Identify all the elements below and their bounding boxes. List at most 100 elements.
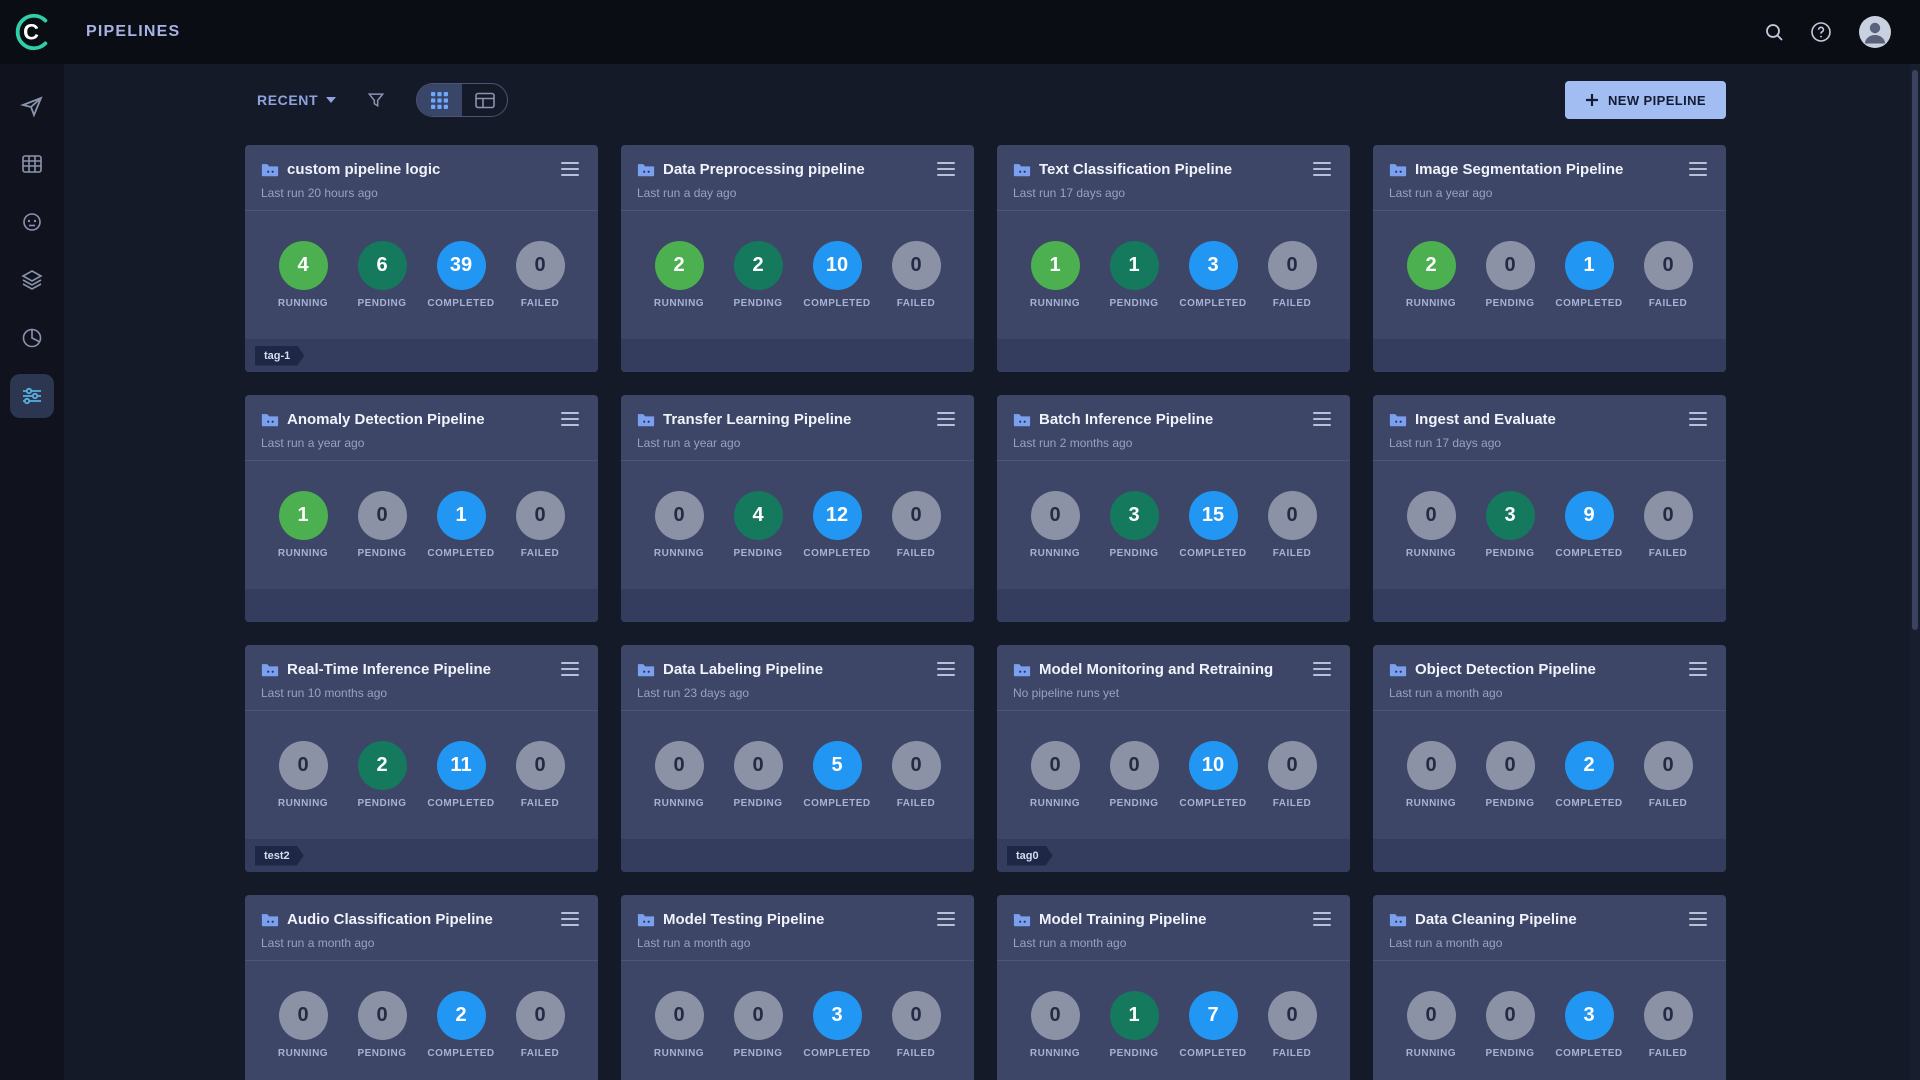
pipeline-card[interactable]: Model Monitoring and Retraining No pipel… [997, 645, 1350, 872]
pipeline-card[interactable]: Audio Classification Pipeline Last run a… [245, 895, 598, 1080]
card-head: Data Preprocessing pipeline Last run a d… [621, 145, 974, 211]
stat-failed: 0FAILED [882, 241, 950, 309]
sidebar-item-pipelines[interactable] [10, 374, 54, 418]
new-pipeline-button[interactable]: NEW PIPELINE [1565, 81, 1726, 119]
stat-completed: 1COMPLETED [1555, 241, 1623, 309]
sidebar-item-reports[interactable] [10, 258, 54, 302]
sort-label: RECENT [257, 92, 318, 108]
stat-count-running: 0 [1031, 741, 1080, 790]
table-view-button[interactable] [462, 84, 507, 116]
pipeline-tag[interactable]: tag-1 [255, 346, 304, 366]
pipeline-card[interactable]: Batch Inference Pipeline Last run 2 mont… [997, 395, 1350, 622]
pipeline-title: custom pipeline logic [287, 161, 440, 178]
card-menu-icon[interactable] [558, 909, 582, 929]
stat-label-failed: FAILED [521, 298, 560, 309]
stat-count-running: 0 [279, 991, 328, 1040]
stat-failed: 0FAILED [882, 741, 950, 809]
stat-running: 0RUNNING [1397, 741, 1465, 809]
stat-pending: 6PENDING [348, 241, 416, 309]
help-icon[interactable] [1810, 21, 1832, 43]
stat-label-completed: COMPLETED [1555, 798, 1622, 809]
last-run-text: Last run 23 days ago [637, 686, 958, 700]
pipeline-folder-icon [261, 412, 279, 427]
card-stats: 0RUNNING3PENDING15COMPLETED0FAILED [997, 461, 1350, 589]
stat-label-failed: FAILED [521, 1048, 560, 1059]
pipelines-icon [20, 384, 44, 408]
card-menu-icon[interactable] [934, 909, 958, 929]
pipeline-card[interactable]: Model Testing Pipeline Last run a month … [621, 895, 974, 1080]
stat-completed: 2COMPLETED [427, 991, 495, 1059]
stat-count-pending: 0 [734, 991, 783, 1040]
stat-count-pending: 6 [358, 241, 407, 290]
avatar[interactable] [1858, 15, 1892, 49]
card-head: Real-Time Inference Pipeline Last run 10… [245, 645, 598, 711]
pipeline-card[interactable]: Model Training Pipeline Last run a month… [997, 895, 1350, 1080]
card-head: Audio Classification Pipeline Last run a… [245, 895, 598, 961]
page-title: PIPELINES [86, 23, 180, 41]
pipeline-tag[interactable]: tag0 [1007, 846, 1053, 866]
card-footer [1373, 339, 1726, 372]
card-menu-icon[interactable] [1310, 909, 1334, 929]
pipeline-tag[interactable]: test2 [255, 846, 304, 866]
pipeline-card[interactable]: Text Classification Pipeline Last run 17… [997, 145, 1350, 372]
scrollbar-thumb[interactable] [1912, 70, 1918, 630]
pipeline-card[interactable]: custom pipeline logic Last run 20 hours … [245, 145, 598, 372]
filter-button[interactable] [366, 90, 386, 110]
card-stats: 0RUNNING0PENDING2COMPLETED0FAILED [245, 961, 598, 1080]
pipeline-title: Audio Classification Pipeline [287, 911, 493, 928]
stat-failed: 0FAILED [506, 241, 574, 309]
sort-dropdown[interactable]: RECENT [245, 92, 336, 108]
card-menu-icon[interactable] [1686, 909, 1710, 929]
card-menu-icon[interactable] [558, 659, 582, 679]
pipeline-card[interactable]: Data Labeling Pipeline Last run 23 days … [621, 645, 974, 872]
sidebar-item-projects[interactable] [10, 84, 54, 128]
pipeline-card[interactable]: Transfer Learning Pipeline Last run a ye… [621, 395, 974, 622]
grid-view-button[interactable] [417, 84, 462, 116]
card-footer [621, 839, 974, 872]
pipeline-folder-icon [637, 412, 655, 427]
card-menu-icon[interactable] [1686, 659, 1710, 679]
new-pipeline-label: NEW PIPELINE [1608, 93, 1706, 108]
card-menu-icon[interactable] [558, 409, 582, 429]
stat-completed: 10COMPLETED [803, 241, 871, 309]
stat-count-completed: 5 [813, 741, 862, 790]
card-menu-icon[interactable] [934, 409, 958, 429]
card-menu-icon[interactable] [1310, 159, 1334, 179]
clearml-logo[interactable]: C [0, 0, 64, 64]
sidebar-item-applications[interactable] [10, 316, 54, 360]
card-menu-icon[interactable] [934, 159, 958, 179]
pipeline-card[interactable]: Object Detection Pipeline Last run a mon… [1373, 645, 1726, 872]
card-menu-icon[interactable] [558, 159, 582, 179]
pipeline-card[interactable]: Anomaly Detection Pipeline Last run a ye… [245, 395, 598, 622]
stat-count-completed: 2 [1565, 741, 1614, 790]
card-footer: tag0 [997, 839, 1350, 872]
card-menu-icon[interactable] [1686, 409, 1710, 429]
search-icon[interactable] [1764, 22, 1784, 42]
stat-count-running: 0 [655, 741, 704, 790]
stat-label-pending: PENDING [357, 1048, 406, 1059]
sidebar-item-datasets[interactable] [10, 142, 54, 186]
stat-count-failed: 0 [892, 991, 941, 1040]
last-run-text: Last run a year ago [1389, 186, 1710, 200]
card-menu-icon[interactable] [934, 659, 958, 679]
stat-completed: 2 COMPLETED [1555, 741, 1623, 809]
last-run-text: Last run a day ago [637, 186, 958, 200]
stat-label-running: RUNNING [278, 548, 328, 559]
stat-count-running: 0 [655, 991, 704, 1040]
card-head: Model Training Pipeline Last run a month… [997, 895, 1350, 961]
stat-count-pending: 0 [1486, 741, 1535, 790]
pipeline-card[interactable]: Image Segmentation Pipeline Last run a y… [1373, 145, 1726, 372]
stat-count-running: 0 [1031, 991, 1080, 1040]
pipeline-card[interactable]: Real-Time Inference Pipeline Last run 10… [245, 645, 598, 872]
card-menu-icon[interactable] [1310, 409, 1334, 429]
card-menu-icon[interactable] [1686, 159, 1710, 179]
card-menu-icon[interactable] [1310, 659, 1334, 679]
pipeline-card[interactable]: Data Cleaning Pipeline Last run a month … [1373, 895, 1726, 1080]
sidebar-item-models[interactable] [10, 200, 54, 244]
card-stats: 0RUNNING0PENDING3COMPLETED0FAILED [621, 961, 974, 1080]
stat-label-failed: FAILED [897, 798, 936, 809]
card-stats: 0RUNNING0PENDING2COMPLETED0FAILED [1373, 711, 1726, 839]
pipeline-card[interactable]: Ingest and Evaluate Last run 17 days ago… [1373, 395, 1726, 622]
stat-label-pending: PENDING [1485, 548, 1534, 559]
pipeline-card[interactable]: Data Preprocessing pipeline Last run a d… [621, 145, 974, 372]
